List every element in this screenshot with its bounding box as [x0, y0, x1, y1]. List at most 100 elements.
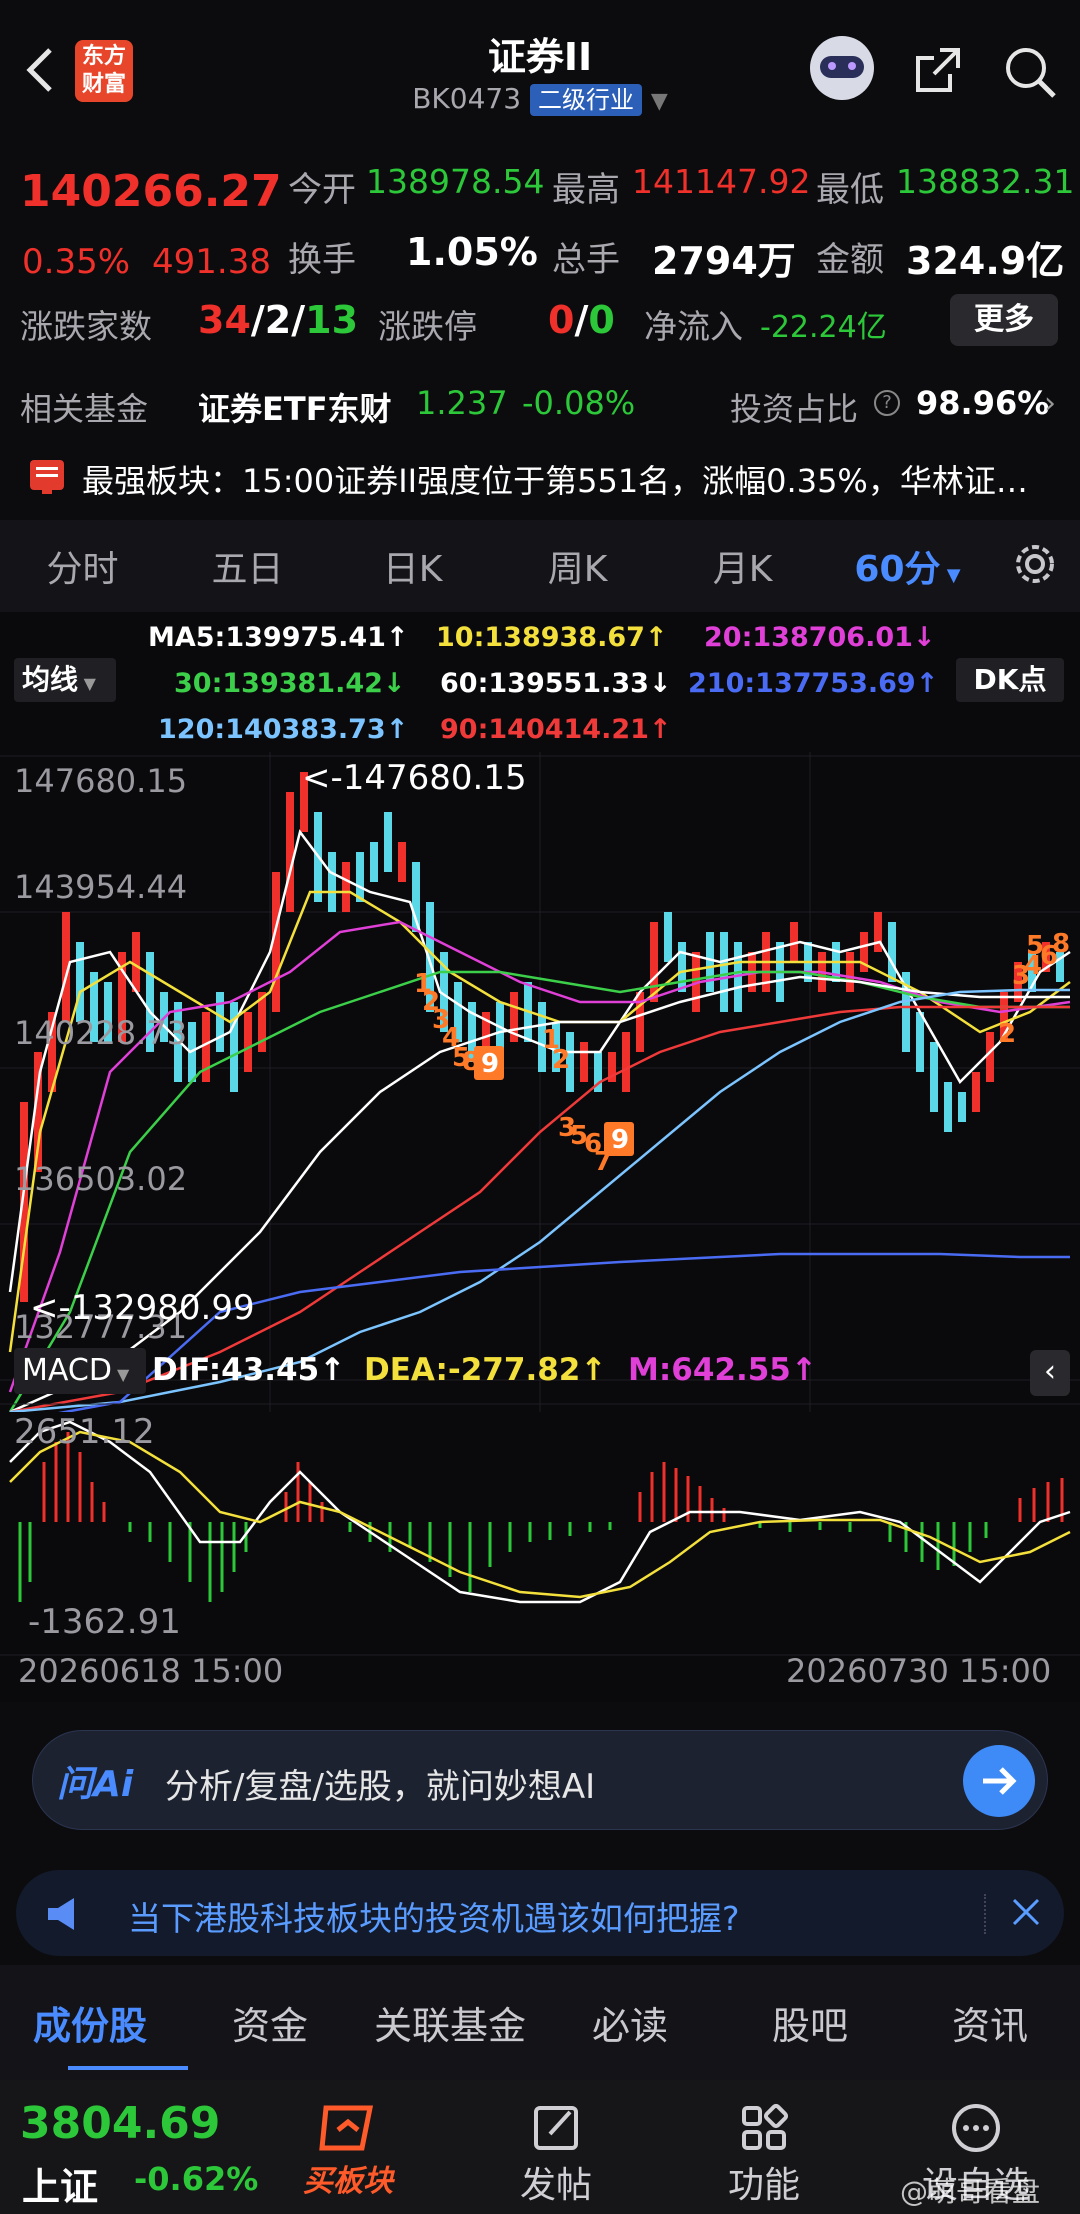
volume-value: 2794万: [652, 239, 796, 283]
dea-line: [9, 1430, 1071, 1599]
help-icon[interactable]: ?: [874, 390, 900, 416]
industry-badge[interactable]: 二级行业: [529, 84, 642, 116]
news-text: 当下港股科技板块的投资机遇该如何把握?: [128, 1899, 740, 1938]
macd-histogram: [18, 1432, 1064, 1602]
price-axis-4: 136503.02: [14, 1160, 188, 1198]
svg-text:9: 9: [481, 1049, 499, 1079]
nav-buy-sector[interactable]: 买板块: [278, 2100, 418, 2200]
low-value: 138832.31: [896, 162, 1075, 201]
ma120-value: 120:140383.73↑: [158, 714, 409, 745]
kline-chart[interactable]: MA5:139975.41↑ 10:138938.67↑ 20:138706.0…: [0, 612, 1080, 1702]
collapse-chevron-icon[interactable]: ‹: [1030, 1350, 1070, 1396]
chevron-down-icon: ▼: [78, 674, 96, 693]
macd-dea: DEA:-277.82↑: [364, 1352, 607, 1388]
tab-forum[interactable]: 股吧: [720, 1995, 900, 2050]
edit-icon: [486, 2100, 626, 2156]
tab-news[interactable]: 资讯: [900, 1995, 1080, 2050]
ma210-value: 210:137753.69↑: [688, 668, 939, 699]
notice-text[interactable]: 最强板块：15:00证券II强度位于第551名，涨幅0.35%，华林证…: [82, 456, 1062, 502]
ma10-value: 10:138938.67↑: [436, 622, 668, 653]
tab-five-day[interactable]: 五日: [165, 540, 330, 592]
max-price-marker: <-147680.15: [302, 758, 527, 798]
active-tab-indicator: [68, 2066, 188, 2070]
adv-flat-count: 2: [264, 298, 292, 342]
chevron-down-icon[interactable]: ▼: [651, 89, 668, 114]
index-change: -0.62%: [134, 2160, 259, 2198]
watermark: @萌哥看盘: [900, 2175, 1041, 2208]
tab-60min-label: 60分: [854, 549, 941, 590]
svg-text:8: 8: [1052, 929, 1070, 959]
fund-label: 相关基金: [20, 390, 149, 428]
open-value: 138978.54: [366, 162, 545, 201]
low-label: 最低: [816, 170, 884, 210]
top-bar: 东方 财富 证券II BK0473 二级行业 ▼: [0, 0, 1080, 150]
functions-label: 功能: [727, 2165, 800, 2206]
macd-axis-bottom: -1362.91: [28, 1602, 181, 1642]
price-axis-max: 147680.15: [14, 762, 188, 800]
tab-monthly-k[interactable]: 月K: [660, 540, 825, 592]
svg-text:9: 9: [611, 1125, 629, 1155]
fund-name[interactable]: 证券ETF东财: [198, 384, 392, 430]
buy-sector-icon: [278, 2100, 418, 2156]
news-banner[interactable]: 当下港股科技板块的投资机遇该如何把握?: [16, 1870, 1064, 1956]
turnover-value: 1.05%: [406, 230, 538, 274]
date-start: 20260618 15:00: [18, 1652, 284, 1690]
tab-related-funds[interactable]: 关联基金: [360, 1995, 540, 2050]
change-amount: 491.38: [152, 242, 271, 282]
more-dots-icon: [906, 2100, 1046, 2156]
robot-assistant-icon[interactable]: [810, 36, 874, 100]
grid-icon: [694, 2100, 834, 2156]
chevron-down-icon: ▼: [111, 1365, 130, 1384]
period-tabs: 分时 五日 日K 周K 月K 60分 ▼: [0, 520, 1080, 612]
tab-constituents[interactable]: 成份股: [0, 1995, 180, 2050]
ma-selector[interactable]: 均线 ▼: [14, 658, 116, 702]
macd-selector-label: MACD: [22, 1353, 112, 1388]
index-name: 上证: [22, 2165, 99, 2209]
fund-change: -0.08%: [522, 384, 636, 422]
arrow-right-icon[interactable]: [963, 1745, 1035, 1817]
chevron-down-icon: ▼: [940, 565, 961, 586]
date-end: 20260730 15:00: [786, 1652, 1052, 1690]
megaphone-icon: [44, 1896, 84, 1932]
dif-line: [9, 1420, 1071, 1604]
tab-intraday[interactable]: 分时: [0, 540, 165, 592]
index-value[interactable]: 3804.69: [20, 2098, 220, 2149]
volume-label: 总手: [552, 240, 620, 280]
macd-selector[interactable]: MACD ▼: [14, 1348, 146, 1394]
notice-icon: [30, 460, 64, 494]
post-label: 发帖: [519, 2165, 592, 2206]
tab-weekly-k[interactable]: 周K: [495, 540, 660, 592]
high-label: 最高: [552, 170, 620, 210]
adv-decline-label: 涨跌家数: [20, 307, 152, 346]
search-icon[interactable]: [1000, 42, 1060, 102]
tab-60min[interactable]: 60分 ▼: [825, 540, 990, 592]
price-axis-3: 140228.73: [14, 1014, 188, 1052]
more-button[interactable]: 更多: [950, 294, 1058, 346]
share-icon[interactable]: [910, 42, 966, 98]
tab-must-read[interactable]: 必读: [540, 1995, 720, 2050]
limit-up-count: 0: [548, 298, 575, 342]
dk-point-button[interactable]: DK点: [956, 658, 1064, 702]
fund-price: 1.237: [416, 384, 508, 422]
td-signal-markers: 123458 9 12 3567 9 234568: [414, 929, 1070, 1177]
amount-value: 324.9亿: [906, 239, 1065, 283]
nav-functions[interactable]: 功能: [694, 2100, 834, 2208]
price-axis-2: 143954.44: [14, 868, 188, 906]
tab-funds-flow[interactable]: 资金: [180, 1995, 360, 2050]
change-percent: 0.35%: [22, 242, 131, 282]
content-tabs: 成份股 资金 关联基金 必读 股吧 资讯: [0, 1965, 1080, 2080]
chevron-right-icon[interactable]: ›: [1044, 386, 1056, 421]
nav-post[interactable]: 发帖: [486, 2100, 626, 2208]
min-price-marker: <-132980.99: [30, 1288, 255, 1328]
high-value: 141147.92: [632, 162, 811, 201]
netflow-label: 净流入: [644, 307, 743, 346]
close-icon[interactable]: [1006, 1892, 1046, 1932]
macd-dif: DIF:43.45↑: [152, 1352, 346, 1388]
tab-daily-k[interactable]: 日K: [330, 540, 495, 592]
gear-icon[interactable]: [990, 540, 1080, 592]
macd-axis-top: 2651.12: [14, 1412, 155, 1452]
ratio-label: 投资占比: [730, 390, 859, 428]
quote-panel: 140266.27 0.35% 491.38 今开 138978.54 最高 1…: [20, 162, 1075, 502]
ma60-value: 60:139551.33↓: [440, 668, 672, 699]
ai-search-bar[interactable]: 问Ai 分析/复盘/选股，就问妙想AI: [32, 1730, 1048, 1830]
